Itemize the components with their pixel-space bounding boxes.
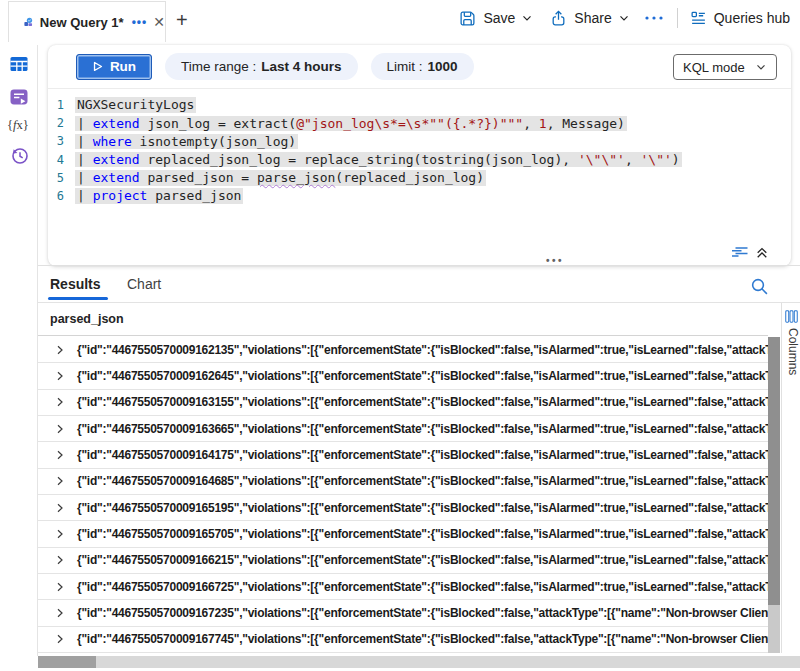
share-chevron-icon[interactable] <box>618 12 630 24</box>
column-header-parsed-json[interactable]: parsed_json <box>38 303 768 336</box>
expand-chevron-icon[interactable] <box>55 582 65 592</box>
new-tab-button[interactable]: + <box>176 9 188 32</box>
query-tab-icon <box>24 13 33 31</box>
horizontal-scrollbar-thumb[interactable] <box>38 656 96 668</box>
row-json-text: {"id":"4467550570009165195","violations"… <box>77 501 768 515</box>
share-icon <box>550 10 567 27</box>
divider <box>677 8 678 28</box>
kql-mode-chevron-icon <box>755 61 767 73</box>
code-lines[interactable]: 1 NGXSecurityLogs 2 | extend json_log = ext… <box>48 96 788 205</box>
code-line[interactable]: 4 | extend replaced_json_log = replace_st… <box>48 151 788 169</box>
code-text[interactable]: | extend json_log = extract(@"json_log\s… <box>75 116 627 132</box>
table-row[interactable]: {"id":"4467550570009163665","violations"… <box>38 416 768 442</box>
code-text[interactable]: | where isnotempty(json_log) <box>75 134 298 150</box>
code-text[interactable]: | extend parsed_json = parse_json(replac… <box>75 170 486 186</box>
limit-picker[interactable]: Limit :1000 <box>371 53 474 80</box>
table-row[interactable]: {"id":"4467550570009162645","violations"… <box>38 363 768 389</box>
query-tab[interactable]: New Query 1* ••• ✕ <box>8 1 166 42</box>
row-json-text: {"id":"4467550570009167745","violations"… <box>77 632 768 646</box>
table-row[interactable]: {"id":"4467550570009167235","violations"… <box>38 600 768 626</box>
expand-chevron-icon[interactable] <box>55 345 65 355</box>
line-number: 4 <box>48 153 64 167</box>
code-text[interactable]: NGXSecurityLogs <box>75 97 196 113</box>
line-number: 3 <box>48 134 64 148</box>
row-json-text: {"id":"4467550570009164685","violations"… <box>77 474 768 488</box>
tab-title: New Query 1* <box>40 15 124 30</box>
more-actions-icon[interactable] <box>643 11 665 25</box>
tab-close-icon[interactable]: ✕ <box>153 14 165 30</box>
columns-panel[interactable]: Columns <box>781 303 800 653</box>
sidebar-saved-queries-icon[interactable] <box>9 87 29 107</box>
share-button[interactable]: Share <box>574 10 611 26</box>
active-tab-underline <box>48 297 108 300</box>
row-json-text: {"id":"4467550570009167235","violations"… <box>77 606 768 620</box>
tab-more-icon[interactable]: ••• <box>132 15 148 29</box>
kql-mode-select[interactable]: KQL mode <box>673 54 777 80</box>
line-number: 5 <box>48 171 64 185</box>
table-row[interactable]: {"id":"4467550570009163155","violations"… <box>38 390 768 416</box>
expand-chevron-icon[interactable] <box>55 608 65 618</box>
grid-body: {"id":"4467550570009162135","violations"… <box>38 337 768 653</box>
code-line[interactable]: 6 | project parsed_json <box>48 187 788 205</box>
queries-hub-icon <box>690 10 707 27</box>
horizontal-scrollbar[interactable] <box>38 656 800 668</box>
table-row[interactable]: {"id":"4467550570009166725","violations"… <box>38 574 768 600</box>
columns-icon <box>785 310 798 323</box>
table-row[interactable]: {"id":"4467550570009167745","violations"… <box>38 627 768 653</box>
expand-chevron-icon[interactable] <box>55 503 65 513</box>
code-text[interactable]: | project parsed_json <box>75 188 243 204</box>
row-json-text: {"id":"4467550570009162135","violations"… <box>77 343 768 357</box>
tab-chart[interactable]: Chart <box>127 266 161 302</box>
query-editor-panel: Run Time range :Last 4 hours Limit :1000… <box>48 45 791 266</box>
vertical-scrollbar[interactable] <box>768 337 780 653</box>
row-json-text: {"id":"4467550570009162645","violations"… <box>77 369 768 383</box>
row-json-text: {"id":"4467550570009164175","violations"… <box>77 448 768 462</box>
row-json-text: {"id":"4467550570009166215","violations"… <box>77 553 768 567</box>
table-row[interactable]: {"id":"4467550570009162135","violations"… <box>38 337 768 363</box>
table-row[interactable]: {"id":"4467550570009164175","violations"… <box>38 442 768 468</box>
expand-chevron-icon[interactable] <box>55 397 65 407</box>
collapse-editor-icon[interactable] <box>755 246 769 260</box>
expand-chevron-icon[interactable] <box>55 555 65 565</box>
search-icon[interactable] <box>750 277 769 296</box>
row-json-text: {"id":"4467550570009165705","violations"… <box>77 527 768 541</box>
line-number: 1 <box>48 98 64 112</box>
expand-chevron-icon[interactable] <box>55 476 65 486</box>
save-icon <box>459 10 476 27</box>
expand-chevron-icon[interactable] <box>55 424 65 434</box>
vertical-scrollbar-thumb[interactable] <box>768 337 780 605</box>
query-toolbar: Run Time range :Last 4 hours Limit :1000… <box>48 45 791 89</box>
queries-hub-button[interactable]: Queries hub <box>714 10 790 26</box>
save-chevron-icon[interactable] <box>521 12 533 24</box>
sidebar-functions-icon[interactable]: {fx} <box>7 118 29 133</box>
expand-chevron-icon[interactable] <box>55 529 65 539</box>
row-json-text: {"id":"4467550570009163155","violations"… <box>77 395 768 409</box>
code-line[interactable]: 1 NGXSecurityLogs <box>48 96 788 114</box>
time-range-picker[interactable]: Time range :Last 4 hours <box>165 53 358 80</box>
code-line[interactable]: 2 | extend json_log = extract(@"json_log\… <box>48 114 788 132</box>
code-text[interactable]: | extend replaced_json_log = replace_str… <box>75 152 682 168</box>
run-play-icon <box>92 61 103 72</box>
table-row[interactable]: {"id":"4467550570009166215","violations"… <box>38 548 768 574</box>
row-json-text: {"id":"4467550570009166725","violations"… <box>77 580 768 594</box>
table-row[interactable]: {"id":"4467550570009164685","violations"… <box>38 469 768 495</box>
line-number: 6 <box>48 189 64 203</box>
expand-chevron-icon[interactable] <box>55 371 65 381</box>
expand-chevron-icon[interactable] <box>55 634 65 644</box>
sidebar-table-icon[interactable] <box>9 54 29 74</box>
expand-chevron-icon[interactable] <box>55 450 65 460</box>
sidebar-history-icon[interactable] <box>9 145 30 166</box>
code-line[interactable]: 3 | where isnotempty(json_log) <box>48 132 788 150</box>
table-row[interactable]: {"id":"4467550570009165705","violations"… <box>38 521 768 547</box>
save-button[interactable]: Save <box>483 10 515 26</box>
line-number: 2 <box>48 116 64 130</box>
run-button[interactable]: Run <box>76 54 152 80</box>
row-json-text: {"id":"4467550570009163665","violations"… <box>77 422 768 436</box>
table-row[interactable]: {"id":"4467550570009165195","violations"… <box>38 495 768 521</box>
code-line[interactable]: 5 | extend parsed_json = parse_json(repla… <box>48 169 788 187</box>
columns-panel-label: Columns <box>786 328 800 375</box>
format-query-icon[interactable] <box>731 245 748 260</box>
